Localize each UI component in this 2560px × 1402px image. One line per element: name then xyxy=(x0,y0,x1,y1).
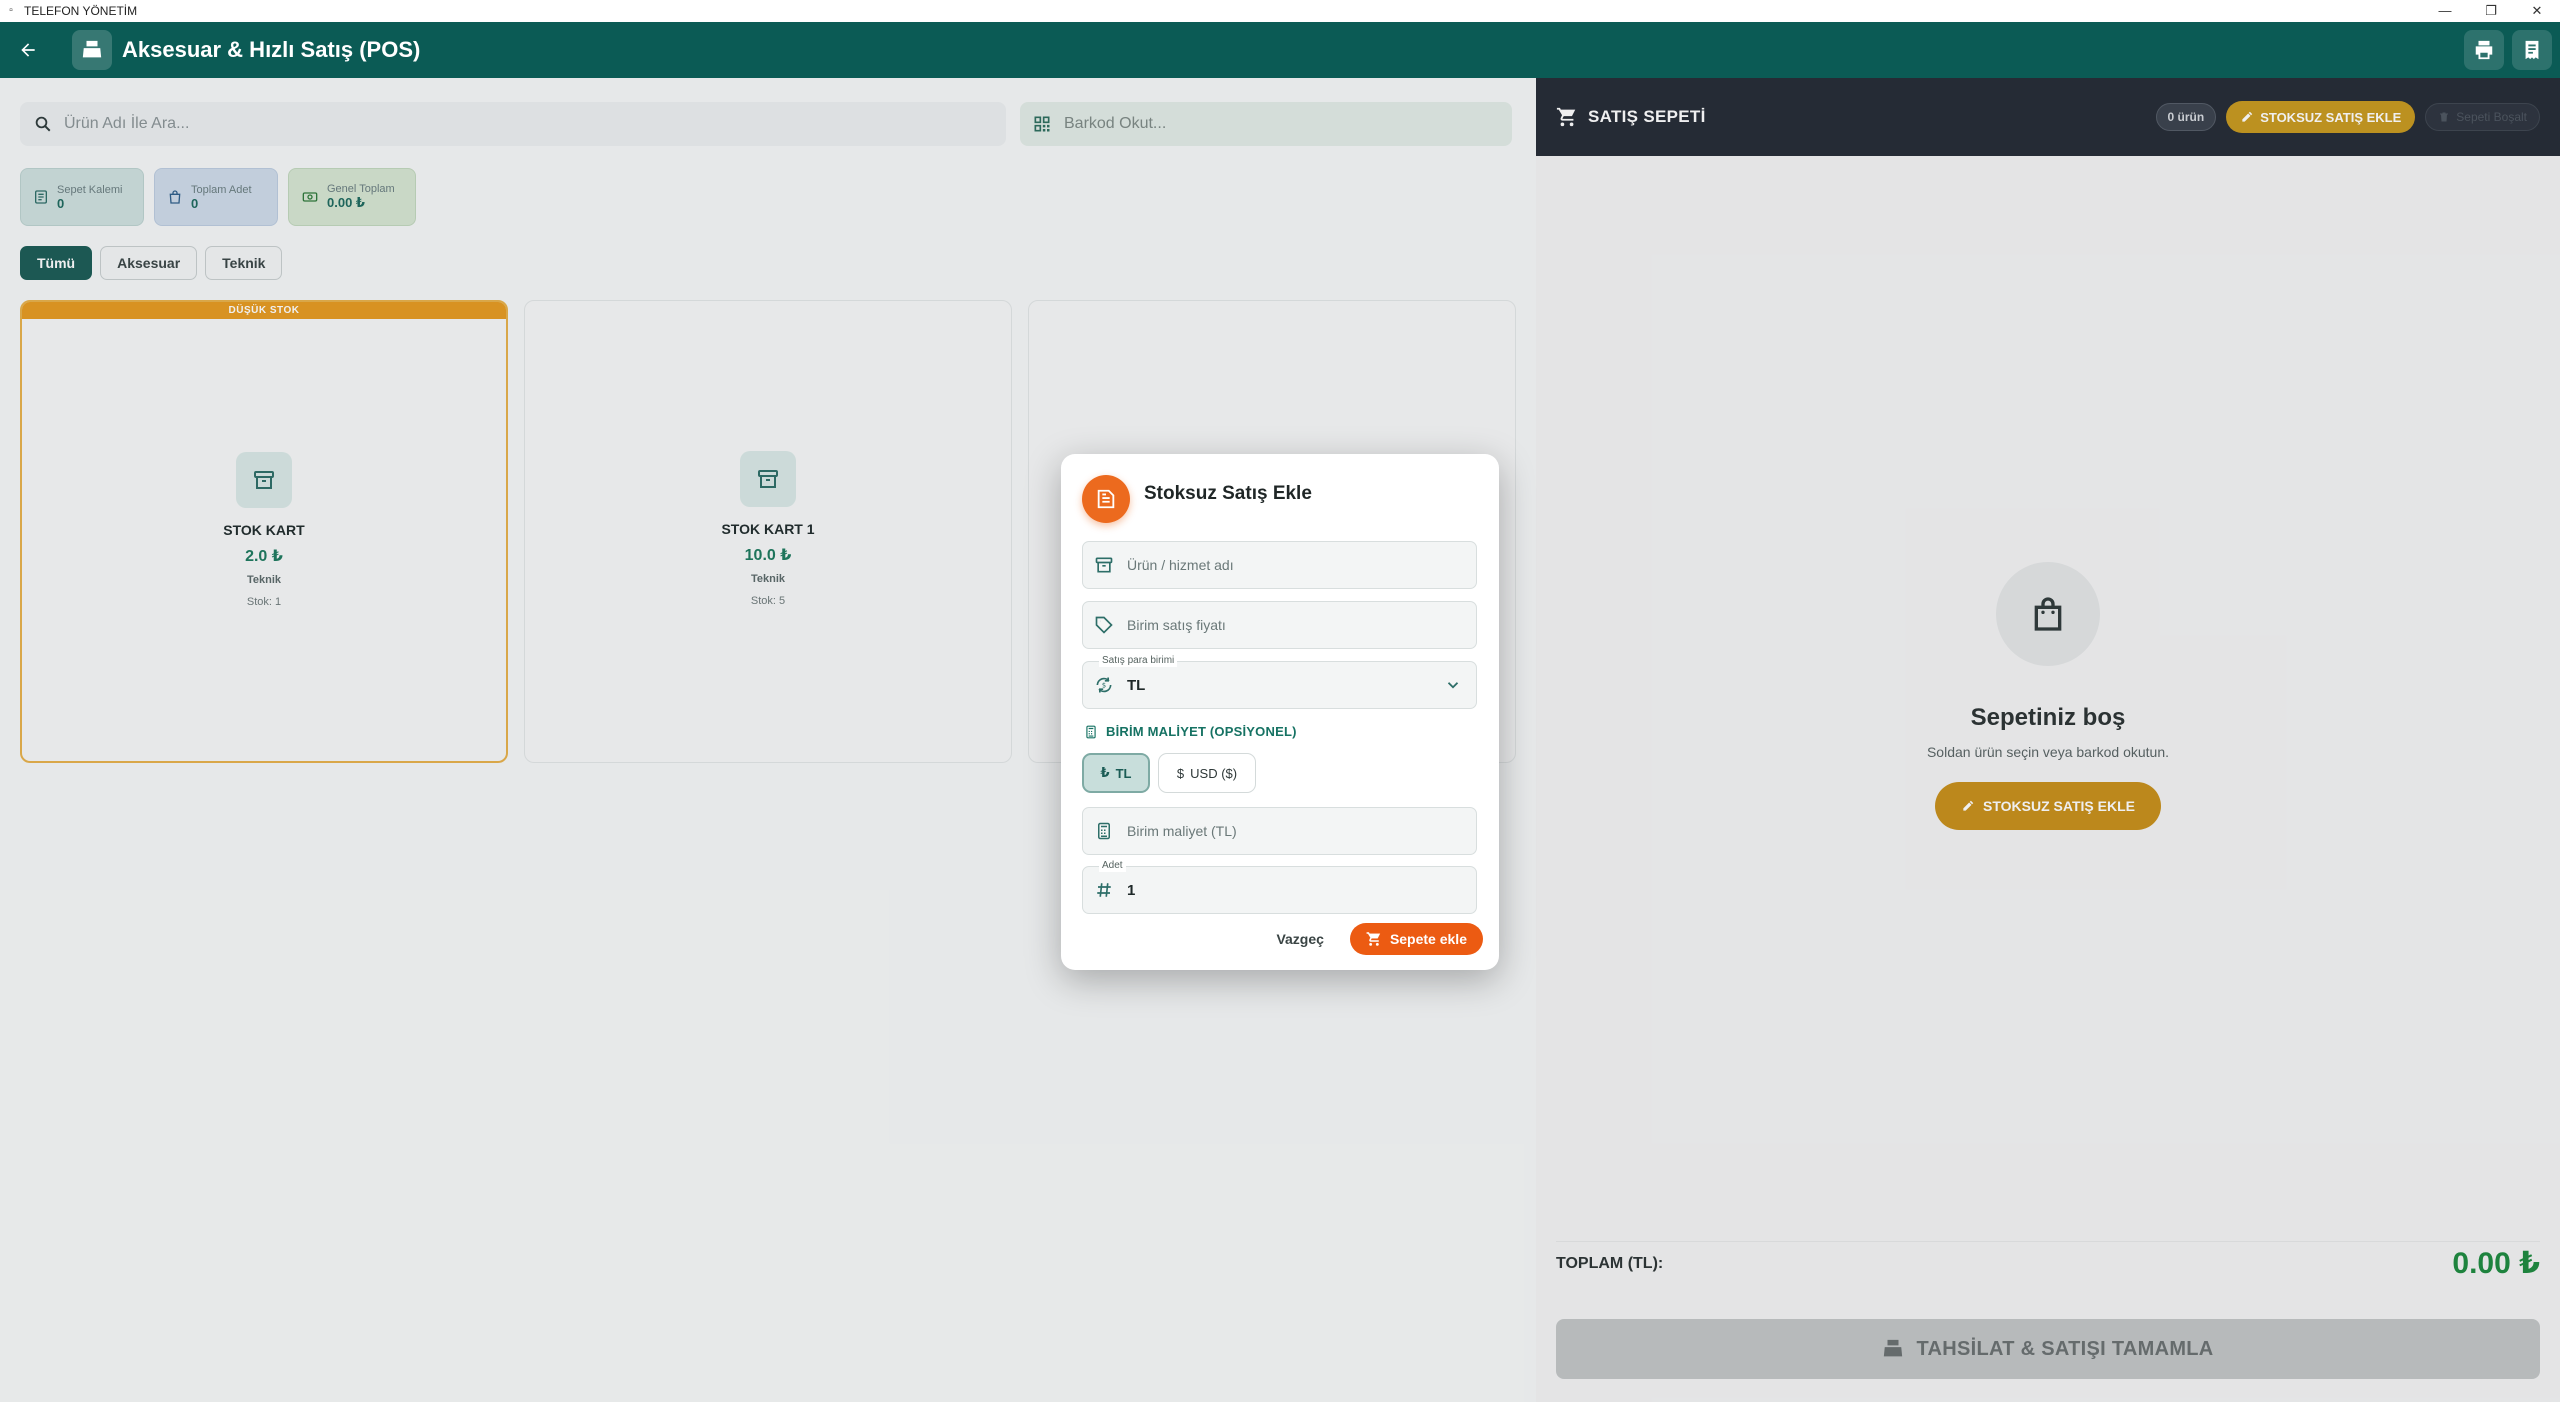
minimize-icon[interactable]: — xyxy=(2422,0,2468,22)
register-button[interactable] xyxy=(2512,30,2552,70)
toggle-label: USD ($) xyxy=(1190,765,1238,781)
app-icon: ▫ xyxy=(9,5,13,16)
field-placeholder: Birim maliyet (TL) xyxy=(1127,823,1237,839)
cancel-button[interactable]: Vazgeç xyxy=(1276,931,1323,947)
chevron-down-icon xyxy=(1447,682,1459,689)
cost-currency-tl-toggle[interactable]: ₺ TL xyxy=(1082,753,1150,793)
dollar-icon: $ xyxy=(1176,765,1185,781)
receipt-icon xyxy=(2525,40,2539,60)
cost-currency-usd-toggle[interactable]: $ USD ($) xyxy=(1158,753,1256,793)
register-icon-box xyxy=(72,30,112,70)
print-button[interactable] xyxy=(2464,30,2504,70)
window-title: TELEFON YÖNETİM xyxy=(24,4,138,18)
dialog-title: Stoksuz Satış Ekle xyxy=(1144,483,1312,504)
currency-exchange-icon: $ xyxy=(1096,677,1112,693)
unstocked-sale-dialog: Stoksuz Satış Ekle Ürün / hizmet adı Bir… xyxy=(1061,454,1499,970)
section-title: BİRİM MALİYET (OPSİYONEL) xyxy=(1106,724,1297,739)
cash-register-icon xyxy=(82,40,102,58)
close-icon[interactable]: ✕ xyxy=(2514,0,2560,22)
arrow-left-icon xyxy=(21,43,35,57)
field-label: Satış para birimi xyxy=(1099,655,1178,667)
printer-icon xyxy=(2475,40,2493,60)
cost-section-header: BİRİM MALİYET (OPSİYONEL) xyxy=(1084,724,1297,739)
restore-icon[interactable]: ❐ xyxy=(2468,0,2514,22)
cart-add-icon xyxy=(1366,932,1381,946)
unit-price-field[interactable]: Birim satış fiyatı xyxy=(1082,601,1477,649)
page-title: Aksesuar & Hızlı Satış (POS) xyxy=(122,37,421,62)
unit-cost-field[interactable]: Birim maliyet (TL) xyxy=(1082,807,1477,855)
calculator-icon xyxy=(1086,725,1096,738)
app-header: Aksesuar & Hızlı Satış (POS) xyxy=(0,22,2560,78)
button-label: Sepete ekle xyxy=(1389,931,1467,947)
calculator-icon xyxy=(1098,822,1110,840)
toggle-label: TL xyxy=(1115,765,1132,781)
quantity-field[interactable]: Adet 1 xyxy=(1082,860,1477,914)
field-label: Adet xyxy=(1099,860,1126,872)
product-name-field[interactable]: Ürün / hizmet adı xyxy=(1082,541,1477,589)
tag-icon xyxy=(1095,616,1113,634)
add-to-cart-button[interactable]: Sepete ekle xyxy=(1349,923,1483,955)
window-controls: — ❐ ✕ xyxy=(2422,0,2560,22)
dialog-icon-badge xyxy=(1082,475,1130,523)
back-button[interactable] xyxy=(0,22,56,78)
field-placeholder: Ürün / hizmet adı xyxy=(1127,557,1234,573)
currency-select[interactable]: Satış para birimi $ TL xyxy=(1082,655,1477,709)
os-title-bar: ▫ TELEFON YÖNETİM — ❐ ✕ xyxy=(0,0,2560,22)
lira-icon: ₺ xyxy=(1100,765,1110,780)
field-placeholder: Birim satış fiyatı xyxy=(1127,617,1226,633)
selected-currency: TL xyxy=(1127,676,1146,694)
quantity-value: 1 xyxy=(1127,881,1136,899)
svg-text:$: $ xyxy=(1102,682,1106,690)
hash-icon xyxy=(1097,883,1111,897)
archive-box-icon xyxy=(1095,557,1113,573)
note-add-icon xyxy=(1097,489,1115,509)
